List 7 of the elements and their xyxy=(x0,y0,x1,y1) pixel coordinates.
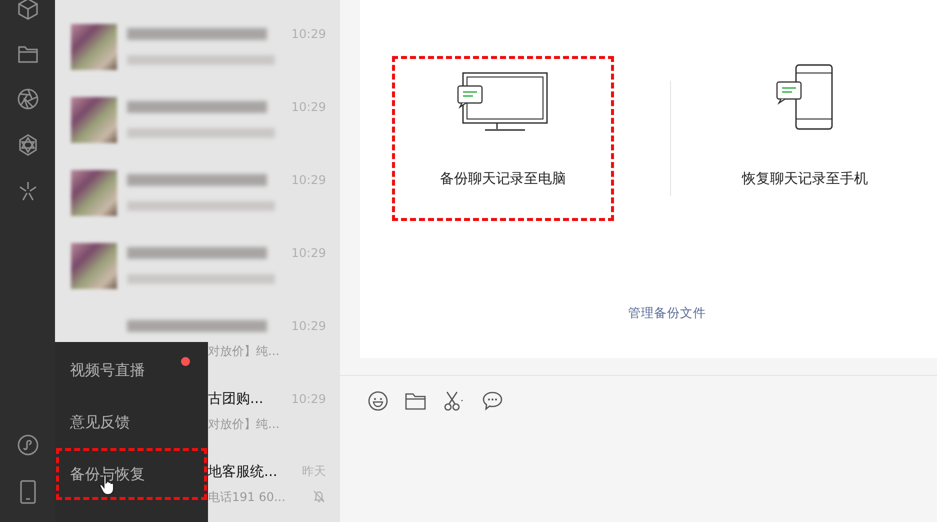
chat-title: 地客服统... xyxy=(208,462,278,480)
chat-title: 古团购... xyxy=(208,390,264,408)
option-label: 恢复聊天记录至手机 xyxy=(742,170,868,188)
chat-preview: 对放价】纯... xyxy=(208,343,280,360)
option-label: 备份聊天记录至电脑 xyxy=(440,170,566,188)
chat-preview: 电话191 60... xyxy=(208,489,286,506)
chat-preview: 对放价】纯... xyxy=(208,416,280,433)
